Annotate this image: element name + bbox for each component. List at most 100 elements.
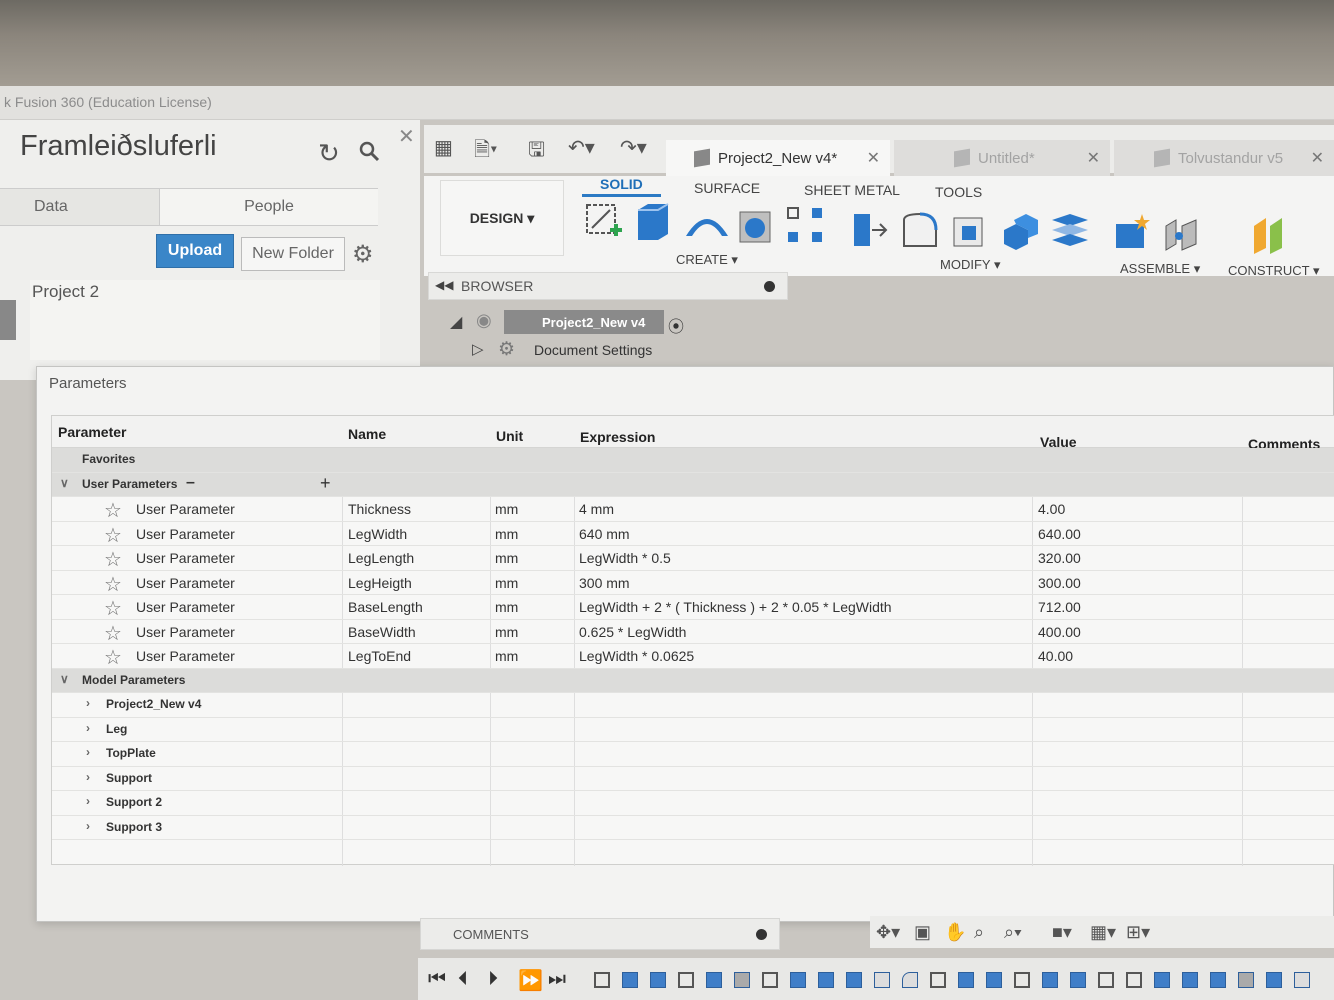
chevron-right-icon[interactable]: › <box>86 794 90 808</box>
refresh-icon[interactable]: ↻ <box>318 138 340 169</box>
redo-icon[interactable]: ↷▾ <box>620 135 647 160</box>
timeline-extrude-icon[interactable] <box>790 972 806 988</box>
timeline-feature-icon[interactable] <box>846 972 862 988</box>
timeline-feature-icon[interactable] <box>706 972 722 988</box>
create-dropdown[interactable]: CREATE ▾ <box>676 252 738 268</box>
parameter-expression[interactable]: 300 mm <box>579 575 630 591</box>
favorite-star-icon[interactable]: ☆ <box>104 621 122 646</box>
timeline-feature-icon[interactable] <box>1070 972 1086 988</box>
revolve-icon[interactable] <box>684 206 730 242</box>
table-row[interactable]: › Support 3 <box>52 816 1334 840</box>
timeline-combine-icon[interactable] <box>874 972 890 988</box>
chevron-right-icon[interactable]: › <box>86 770 90 784</box>
chevron-right-icon[interactable]: › <box>86 819 90 833</box>
grid-settings-icon[interactable]: ▦▾ <box>1090 922 1116 943</box>
parameter-expression[interactable]: 640 mm <box>579 526 630 542</box>
close-tab-icon[interactable]: ✕ <box>867 148 880 168</box>
parameter-name[interactable]: BaseLength <box>348 599 423 615</box>
table-row[interactable]: ☆ User Parameter BaseLength mm LegWidth … <box>52 595 1334 620</box>
viewports-icon[interactable]: ⊞▾ <box>1126 922 1150 943</box>
favorite-star-icon[interactable]: ☆ <box>104 596 122 621</box>
workspace-dropdown[interactable]: DESIGN ▾ <box>440 180 564 256</box>
comments-panel[interactable]: COMMENTS <box>420 918 780 950</box>
timeline-feature-icon[interactable] <box>1210 972 1226 988</box>
pin-icon[interactable] <box>764 281 775 292</box>
construct-dropdown[interactable]: CONSTRUCT ▾ <box>1228 263 1320 279</box>
pin-icon[interactable] <box>756 929 767 940</box>
timeline-combine-icon[interactable] <box>1294 972 1310 988</box>
look-at-icon[interactable]: ▣ <box>914 922 931 943</box>
new-component-icon[interactable] <box>1112 212 1152 252</box>
parameter-name[interactable]: LegWidth <box>348 526 407 542</box>
activate-radio-icon[interactable]: ⦿ <box>668 313 684 337</box>
fillet-icon[interactable] <box>900 210 940 250</box>
chevron-right-icon[interactable]: › <box>86 745 90 759</box>
chevron-right-icon[interactable]: › <box>86 696 90 710</box>
timeline-sketch-icon[interactable] <box>1126 972 1142 988</box>
parameter-name[interactable]: LegHeigth <box>348 575 412 591</box>
gear-icon[interactable]: ⚙ <box>352 240 374 269</box>
column-header-name[interactable]: Name <box>348 426 386 442</box>
parameter-unit[interactable]: mm <box>495 550 518 566</box>
timeline-feature-icon[interactable] <box>986 972 1002 988</box>
shell-icon[interactable] <box>736 206 776 246</box>
expand-triangle-icon[interactable]: ◢ <box>450 312 462 332</box>
tab-surface[interactable]: SURFACE <box>694 180 760 196</box>
tab-tools[interactable]: TOOLS <box>935 184 982 200</box>
parameter-name[interactable]: BaseWidth <box>348 624 416 640</box>
offset-face-icon[interactable] <box>1050 210 1090 250</box>
close-tab-icon[interactable]: ✕ <box>1087 148 1100 168</box>
favorite-star-icon[interactable]: ☆ <box>104 498 122 523</box>
favorite-star-icon[interactable]: ☆ <box>104 547 122 572</box>
timeline-sketch-icon[interactable] <box>678 972 694 988</box>
chevron-down-icon[interactable]: ∨ <box>60 476 69 490</box>
browser-item-document-settings[interactable]: Document Settings <box>534 342 652 358</box>
chevron-down-icon[interactable]: ∨ <box>60 672 69 686</box>
timeline-sketch-icon[interactable] <box>930 972 946 988</box>
timeline-feature-icon[interactable] <box>818 972 834 988</box>
joint-icon[interactable] <box>1162 214 1202 254</box>
parameter-unit[interactable]: mm <box>495 648 518 664</box>
parameter-expression[interactable]: LegWidth + 2 * ( Thickness ) + 2 * 0.05 … <box>579 599 892 615</box>
search-icon[interactable] <box>358 140 380 162</box>
table-row[interactable]: › TopPlate <box>52 742 1334 767</box>
table-row[interactable]: ☆ User Parameter LegToEnd mm LegWidth * … <box>52 644 1334 669</box>
file-icon[interactable]: 🗎▾ <box>474 135 497 169</box>
parameter-unit[interactable]: mm <box>495 624 518 640</box>
favorite-star-icon[interactable]: ☆ <box>104 523 122 548</box>
favorite-star-icon[interactable]: ☆ <box>104 572 122 597</box>
column-header-unit[interactable]: Unit <box>496 428 523 444</box>
step-back-icon[interactable]: ⏴ <box>458 968 468 991</box>
upload-button[interactable]: Upload <box>156 234 234 268</box>
timeline-joint-icon[interactable] <box>1238 972 1254 988</box>
table-row[interactable]: ☆ User Parameter LegHeigth mm 300 mm 300… <box>52 571 1334 596</box>
collapse-icon[interactable]: ◀◀ <box>435 278 453 292</box>
timeline-sketch-icon[interactable] <box>1098 972 1114 988</box>
favorite-star-icon[interactable]: ☆ <box>104 645 122 670</box>
expand-chevron-icon[interactable]: ▷ <box>472 340 484 358</box>
save-icon[interactable]: 🖫 <box>528 135 545 169</box>
zoom-icon[interactable]: ⌕ <box>974 922 984 943</box>
new-folder-button[interactable]: New Folder <box>241 237 345 271</box>
doc-tab-untitled[interactable]: Untitled* ✕ <box>894 140 1110 176</box>
browser-panel-header[interactable]: ◀◀ BROWSER <box>428 272 788 300</box>
parameter-expression[interactable]: LegWidth * 0.5 <box>579 550 671 566</box>
grid-menu-icon[interactable]: ▦ <box>434 135 453 160</box>
timeline-joint-icon[interactable] <box>734 972 750 988</box>
add-parameter-icon[interactable]: + <box>320 473 331 494</box>
orbit-icon[interactable]: ✥▾ <box>876 922 900 943</box>
parameter-name[interactable]: LegToEnd <box>348 648 411 664</box>
timeline-extrude-icon[interactable] <box>622 972 638 988</box>
parameter-expression[interactable]: 4 mm <box>579 501 614 517</box>
column-header-expression[interactable]: Expression <box>580 429 655 445</box>
table-row[interactable]: ☆ User Parameter LegLength mm LegWidth *… <box>52 546 1334 571</box>
chevron-right-icon[interactable]: › <box>86 721 90 735</box>
parameter-unit[interactable]: mm <box>495 526 518 542</box>
table-row[interactable]: › Support <box>52 767 1334 791</box>
timeline-extrude-icon[interactable] <box>958 972 974 988</box>
table-row[interactable]: ☆ User Parameter BaseWidth mm 0.625 * Le… <box>52 620 1334 645</box>
go-to-start-icon[interactable]: ⏮ <box>428 968 446 991</box>
browser-root-node[interactable]: Project2_New v4 <box>504 310 664 334</box>
pan-hand-icon[interactable]: ✋ <box>944 922 966 943</box>
modify-dropdown[interactable]: MODIFY ▾ <box>940 257 1000 273</box>
